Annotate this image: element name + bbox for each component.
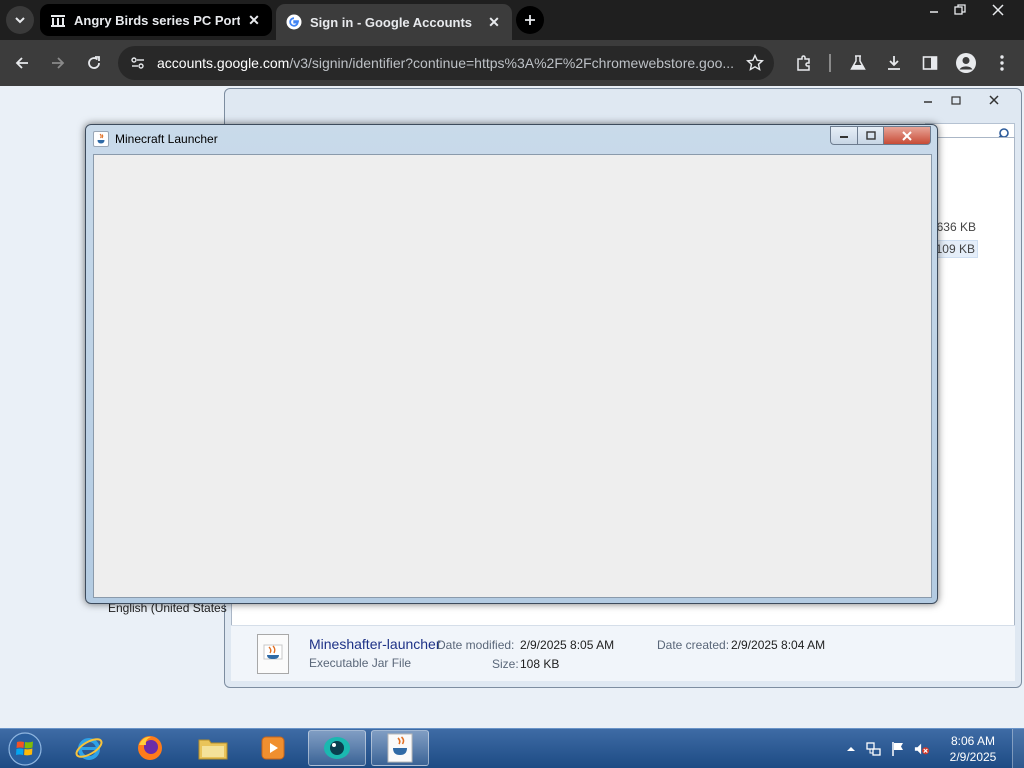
taskbar-internet-explorer[interactable]: [60, 730, 118, 766]
close-icon: [989, 95, 999, 105]
detail-date-modified-label: Date modified:: [437, 638, 515, 652]
firefox-icon: [138, 736, 162, 760]
volume-muted-icon: [914, 743, 930, 755]
maximize-icon: [865, 131, 876, 140]
more-vertical-icon: [1000, 55, 1004, 71]
minimize-icon: [840, 135, 848, 138]
internet-explorer-icon: [75, 738, 103, 760]
plus-icon: [525, 15, 535, 25]
detail-size-label: Size:: [492, 657, 519, 671]
arrow-right-icon: [52, 57, 65, 69]
launcher-maximize-button[interactable]: [857, 126, 884, 145]
clock-date: 2/9/2025: [949, 750, 997, 764]
extensions-button[interactable]: [792, 51, 816, 75]
launcher-title: Minecraft Launcher: [115, 132, 218, 146]
tab-title: Angry Birds series PC Ports : R: [74, 12, 240, 28]
labs-button[interactable]: [846, 51, 870, 75]
action-center-tray-icon[interactable]: [890, 741, 906, 757]
avatar-icon: [956, 53, 976, 73]
taskbar-windows-explorer[interactable]: [184, 730, 242, 766]
browser-tab-strip: Angry Birds series PC Ports : R ✕ Sign i…: [0, 0, 1024, 40]
address-url: accounts.google.com/v3/signin/identifier…: [157, 55, 737, 71]
launcher-minimize-button[interactable]: [830, 126, 858, 145]
chrome-menu-button[interactable]: [990, 51, 1014, 75]
detail-file-type: Executable Jar File: [309, 656, 412, 670]
tab-close-icon[interactable]: ✕: [246, 12, 262, 29]
back-button[interactable]: [10, 51, 34, 75]
minimize-icon: [930, 11, 938, 13]
chat-app-icon: [324, 737, 350, 759]
taskbar-java[interactable]: [371, 730, 429, 766]
taskbar-clock[interactable]: 8:06 AM 2/9/2025: [944, 733, 1002, 765]
clock-time: 8:06 AM: [950, 734, 996, 748]
network-icon: [866, 742, 881, 756]
google-icon: [286, 14, 302, 30]
explorer-maximize-button[interactable]: [943, 91, 969, 109]
network-tray-icon[interactable]: [866, 741, 882, 757]
window-close-button[interactable]: [980, 0, 1016, 20]
volume-tray-icon[interactable]: [914, 741, 930, 757]
start-button[interactable]: [6, 731, 44, 767]
file-size: 636 KB: [936, 220, 976, 234]
taskbar: 8:06 AM 2/9/2025: [0, 728, 1024, 768]
tab-close-icon[interactable]: ✕: [486, 14, 502, 31]
show-hidden-icons-button[interactable]: [843, 741, 859, 757]
profile-button[interactable]: [954, 51, 978, 75]
new-tab-button[interactable]: [516, 6, 544, 34]
windows-logo-icon: [8, 732, 42, 766]
jar-file-icon: [257, 634, 289, 674]
detail-date-created-label: Date created:: [657, 638, 730, 652]
address-bar[interactable]: accounts.google.com/v3/signin/identifier…: [118, 46, 774, 80]
tab-angry-birds[interactable]: Angry Birds series PC Ports : R ✕: [40, 4, 272, 36]
show-desktop-button[interactable]: [1012, 729, 1024, 768]
java-icon: [387, 733, 413, 763]
media-player-icon: [261, 736, 285, 760]
taskbar-kakao-app[interactable]: [308, 730, 366, 766]
launcher-close-button[interactable]: [883, 126, 931, 145]
side-panel-icon: [922, 56, 938, 70]
site-info-icon[interactable]: [130, 55, 146, 71]
detail-date-modified-value: 2/9/2025 8:05 AM: [520, 638, 615, 652]
maximize-icon: [951, 95, 961, 105]
flask-icon: [850, 55, 866, 70]
reload-button[interactable]: [82, 51, 106, 75]
tab-search-button[interactable]: [6, 6, 34, 34]
detail-size-value: 108 KB: [520, 657, 560, 671]
tab-google-signin[interactable]: Sign in - Google Accounts ✕: [276, 4, 512, 40]
bookmark-star-icon[interactable]: [746, 54, 764, 72]
taskbar-media-player[interactable]: [244, 730, 302, 766]
window-restore-button[interactable]: [942, 0, 978, 20]
download-icon: [888, 56, 900, 70]
reload-icon: [88, 56, 100, 69]
flag-icon: [892, 742, 903, 756]
detail-file-name: Mineshafter-launcher: [309, 636, 441, 652]
browser-toolbar: accounts.google.com/v3/signin/identifier…: [0, 40, 1024, 86]
puzzle-icon: [797, 55, 810, 71]
url-path: /v3/signin/identifier?continue=https%3A%…: [289, 55, 735, 71]
restore-icon: [954, 4, 966, 15]
close-icon: [902, 130, 912, 141]
explorer-close-button[interactable]: [981, 91, 1007, 109]
side-panel-button[interactable]: [918, 51, 942, 75]
folder-icon: [198, 739, 228, 760]
chevron-down-icon: [15, 17, 25, 24]
archive-icon: [51, 15, 65, 27]
java-app-icon: [93, 131, 109, 147]
arrow-left-icon: [15, 57, 28, 69]
explorer-minimize-button[interactable]: [915, 91, 941, 109]
explorer-details-pane: Mineshafter-launcher Executable Jar File…: [231, 625, 1015, 681]
chevron-up-icon: [847, 747, 855, 751]
toolbar-divider: [829, 54, 831, 72]
tab-title: Sign in - Google Accounts: [310, 14, 473, 30]
launcher-content-area[interactable]: [93, 154, 932, 598]
url-host: accounts.google.com: [157, 55, 290, 71]
minimize-icon: [924, 101, 932, 103]
detail-date-created-value: 2/9/2025 8:04 AM: [731, 638, 826, 652]
forward-button[interactable]: [46, 51, 70, 75]
taskbar-firefox[interactable]: [121, 730, 179, 766]
close-icon: [992, 4, 1004, 16]
file-size[interactable]: 109 KB: [932, 240, 978, 258]
downloads-button[interactable]: [882, 51, 906, 75]
minecraft-launcher-window: Minecraft Launcher: [85, 124, 938, 604]
